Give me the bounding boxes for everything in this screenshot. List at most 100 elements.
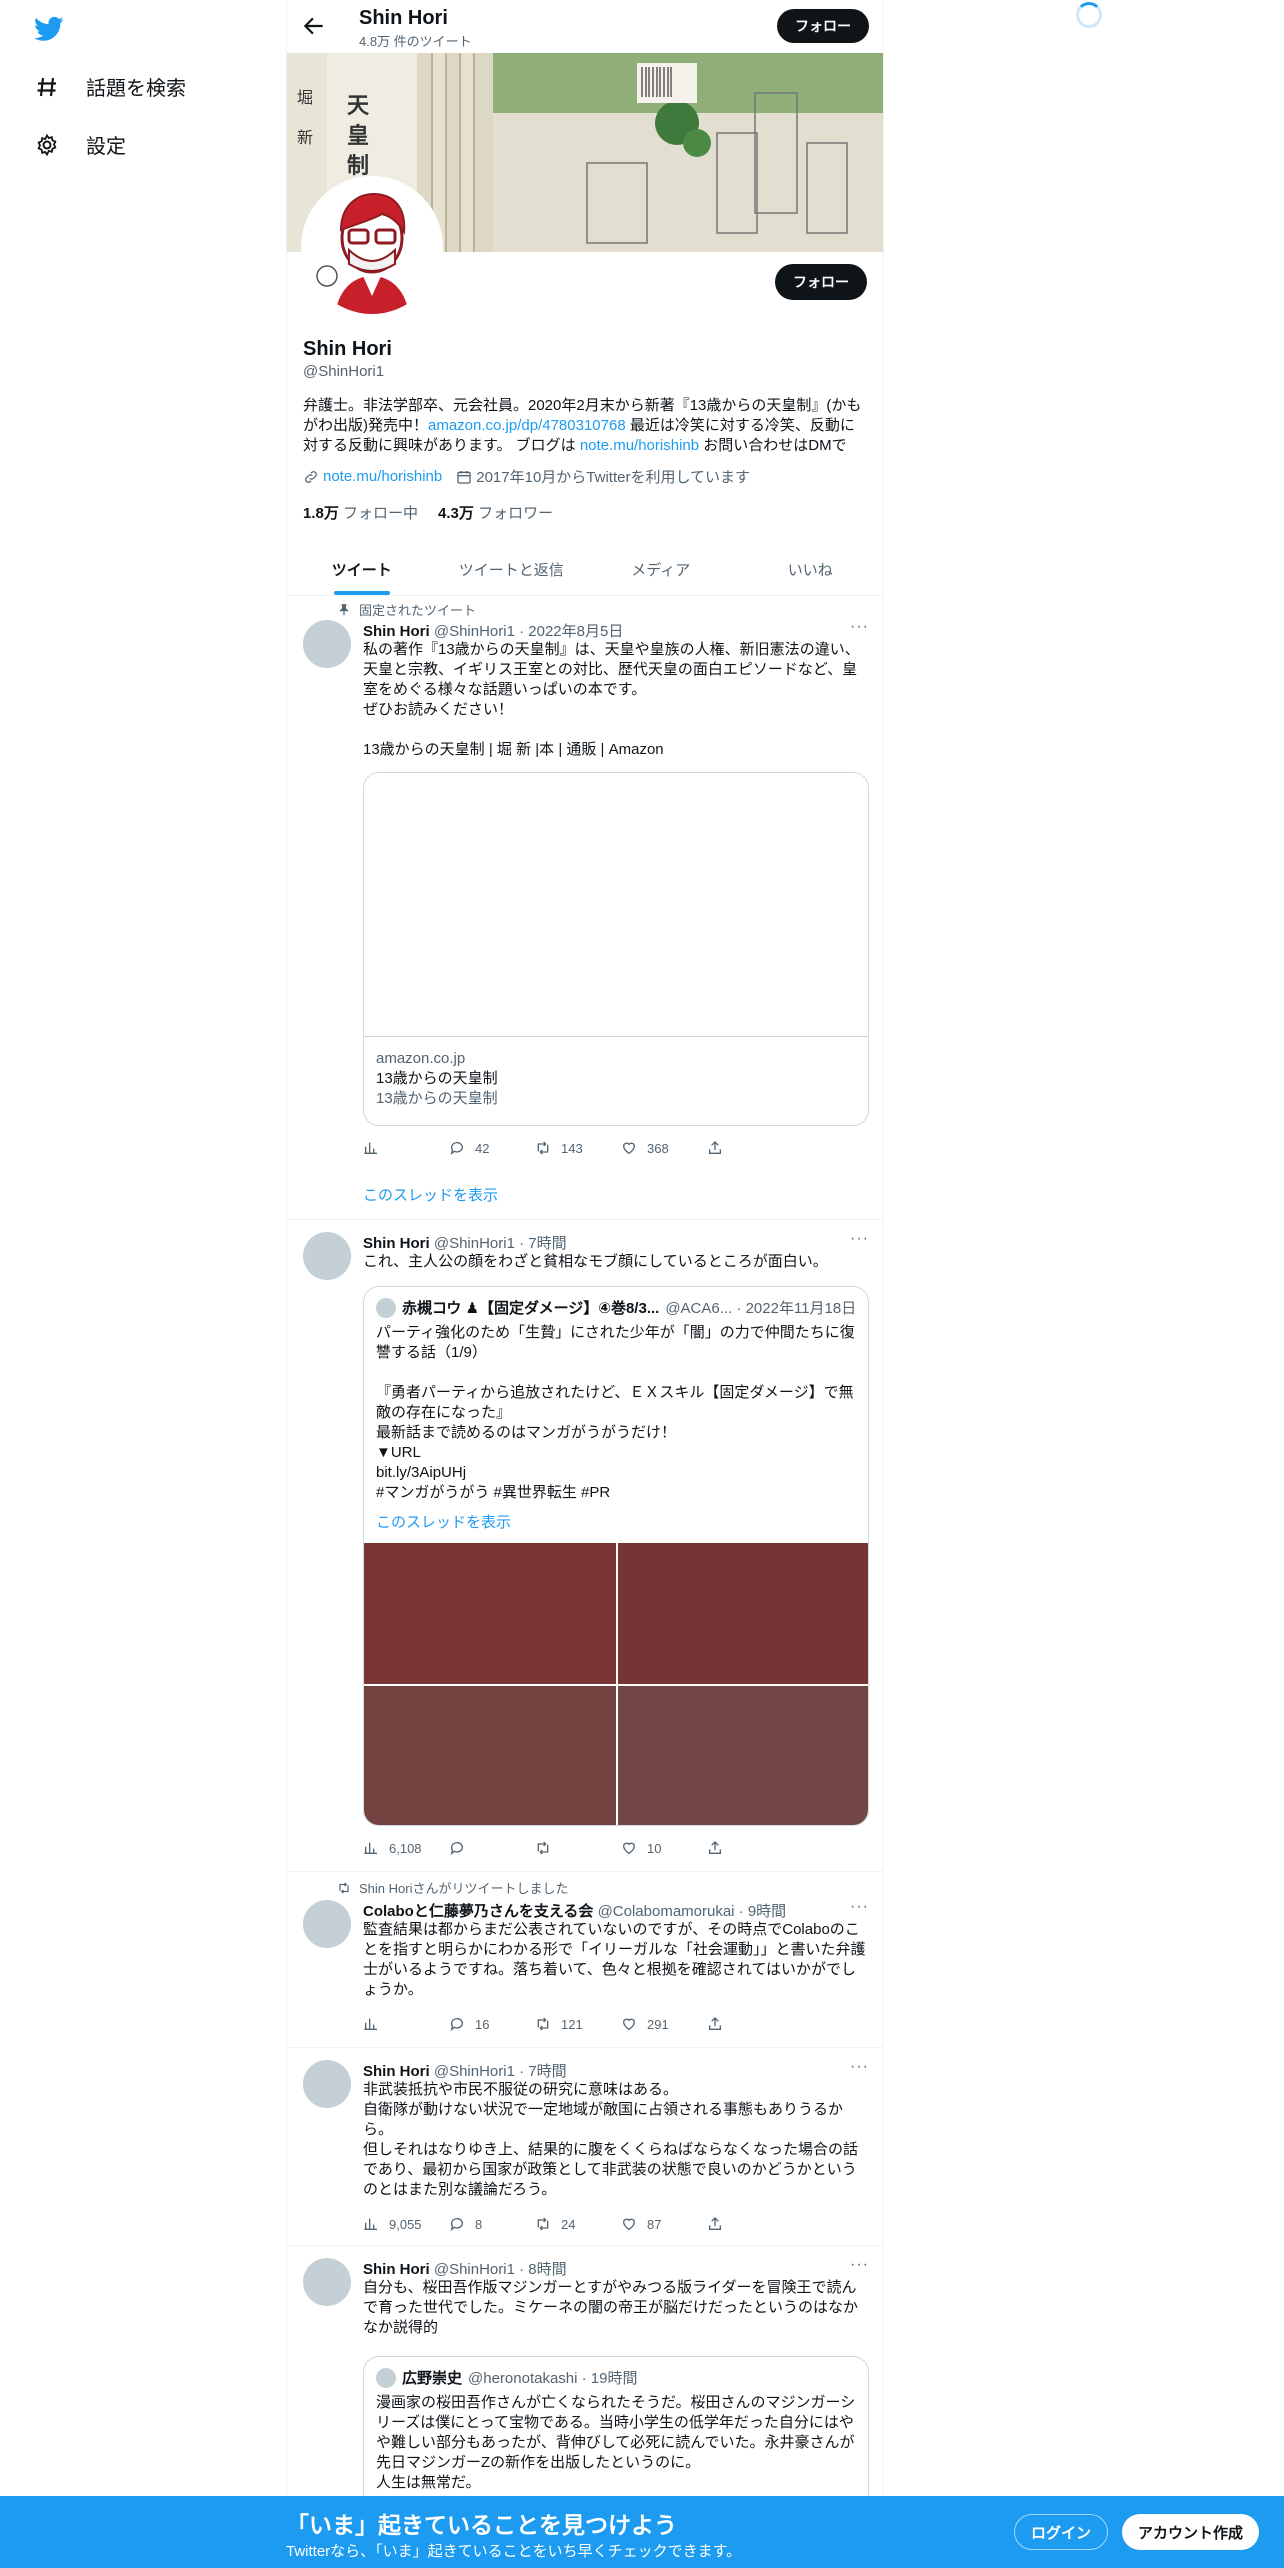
reply-icon <box>450 2218 463 2231</box>
views-button[interactable]: 9,055 <box>363 2216 449 2232</box>
views-icon <box>364 1142 377 1154</box>
profile-avatar[interactable] <box>301 176 443 318</box>
show-thread-link[interactable]: このスレッドを表示 <box>363 1184 498 1205</box>
retweet-button[interactable]: 24 <box>535 2216 621 2232</box>
card-description: 13歳からの天皇制 <box>376 1090 498 1107</box>
tweet-actions: 16 121 291 <box>363 2016 793 2032</box>
heart-icon <box>622 2018 636 2031</box>
share-button[interactable] <box>707 1140 793 1156</box>
media-image[interactable] <box>364 1686 616 1825</box>
quoted-tweet[interactable]: 赤槻コウ ♟【固定ダメージ】④巻8/3... @ACA6... · 2022年11… <box>363 1286 869 1826</box>
quoted-header: 広野崇史 @heronotakashi · 19時間 <box>376 2367 638 2388</box>
avatar[interactable] <box>303 2060 351 2108</box>
loading-spinner-icon <box>1076 2 1102 28</box>
signup-banner: 「いま」起きていることを見つけよう Twitterなら、「いま」起きていることを… <box>0 2496 1284 2568</box>
heart-icon <box>622 1842 636 1855</box>
reply-button[interactable]: 42 <box>449 1140 535 1156</box>
back-arrow-icon[interactable] <box>301 13 327 39</box>
heart-icon <box>622 1142 636 1155</box>
share-button[interactable] <box>707 1840 793 1856</box>
signup-button[interactable]: アカウント作成 <box>1122 2514 1260 2550</box>
top-bar: Shin Hori 4.8万 件のツイート フォロー <box>287 0 883 53</box>
profile-website[interactable]: note.mu/horishinb <box>303 468 442 485</box>
media-grid <box>364 1543 868 1825</box>
tweet-text-only[interactable]: Shin Hori @ShinHori1 · 7時間 ··· 非武装抵抗や市民不… <box>287 2048 883 2246</box>
following-count[interactable]: 1.8万 フォロー中 <box>303 502 418 523</box>
avatar[interactable] <box>303 2258 351 2306</box>
share-button[interactable] <box>707 2016 793 2032</box>
more-icon[interactable]: ··· <box>850 1898 869 1916</box>
quoted-text: パーティ強化のため「生贄」にされた少年が「闇」の力で仲間たちに復讐する話（1/9… <box>376 1324 855 1501</box>
header-name: Shin Hori <box>359 7 448 29</box>
profile-handle: @ShinHori1 <box>303 363 385 380</box>
views-button[interactable] <box>363 2016 449 2032</box>
like-button[interactable]: 368 <box>621 1140 707 1156</box>
more-icon[interactable]: ··· <box>850 1230 869 1248</box>
profile-meta: note.mu/horishinb 2017年10月からTwitterを利用して… <box>303 466 750 487</box>
like-button[interactable]: 291 <box>621 2016 707 2032</box>
like-button[interactable]: 10 <box>621 1840 707 1856</box>
tab-media[interactable]: メディア <box>586 543 736 595</box>
reply-button[interactable] <box>449 1840 535 1856</box>
quoted-show-thread-link[interactable]: このスレッドを表示 <box>376 1511 511 1532</box>
bio-link-note[interactable]: note.mu/horishinb <box>580 437 699 454</box>
link-card[interactable]: amazon.co.jp 13歳からの天皇制 13歳からの天皇制 <box>363 772 869 1126</box>
website-link[interactable]: note.mu/horishinb <box>323 468 442 485</box>
tweet-retweeted[interactable]: Shin Horiさんがリツイートしました Colaboと仁藤夢乃さんを支える会… <box>287 1872 883 2048</box>
tab-tweets-replies[interactable]: ツイートと返信 <box>437 543 587 595</box>
signup-banner-subtitle: Twitterなら、「いま」起きていることをいち早くチェックできます。 <box>286 2543 742 2560</box>
reply-button[interactable]: 8 <box>449 2216 535 2232</box>
joined-text: 2017年10月からTwitterを利用しています <box>476 469 751 486</box>
retweet-icon <box>339 1881 349 1894</box>
more-icon[interactable]: ··· <box>850 2256 869 2274</box>
reply-button[interactable]: 16 <box>449 2016 535 2032</box>
tweet-text: 私の著作『13歳からの天皇制』は、天皇や皇族の人権、新旧憲法の違い、天皇と宗教、… <box>363 641 860 758</box>
reply-icon <box>450 1842 463 1855</box>
media-image[interactable] <box>618 1686 868 1825</box>
reply-icon <box>450 2018 463 2031</box>
share-icon <box>709 1141 721 1154</box>
follow-button[interactable]: フォロー <box>775 264 867 300</box>
media-image[interactable] <box>364 1543 616 1684</box>
more-icon[interactable]: ··· <box>850 618 869 636</box>
follow-stats: 1.8万 フォロー中 4.3万 フォロワー <box>303 502 553 523</box>
more-icon[interactable]: ··· <box>850 2058 869 2076</box>
views-button[interactable]: 6,108 <box>363 1840 449 1856</box>
gear-icon <box>34 132 60 158</box>
avatar[interactable] <box>303 620 351 668</box>
profile-joined: 2017年10月からTwitterを利用しています <box>456 466 750 487</box>
retweet-button[interactable] <box>535 1840 621 1856</box>
tweet-pinned[interactable]: 固定されたツイート Shin Hori @ShinHori1 · 2022年8月… <box>287 596 883 1220</box>
avatar <box>376 1297 396 1318</box>
tweet-actions: 6,108 10 <box>363 1840 793 1856</box>
avatar[interactable] <box>303 1900 351 1948</box>
tab-likes[interactable]: いいね <box>736 543 884 595</box>
tweet-actions: 42 143 368 <box>363 1140 793 1156</box>
follow-button-header[interactable]: フォロー <box>777 9 869 43</box>
views-button[interactable] <box>363 1140 449 1156</box>
card-title: 13歳からの天皇制 <box>376 1070 498 1087</box>
tweet-actions: 9,055 8 24 87 <box>363 2216 793 2232</box>
nav-settings[interactable]: 設定 <box>34 130 126 159</box>
tweet-text: 非武装抵抗や市民不服従の研究に意味はある。 自衛隊が動けない状況で一定地域が敵国… <box>363 2081 859 2198</box>
tab-tweets[interactable]: ツイート <box>287 543 437 595</box>
retweet-button[interactable]: 121 <box>535 2016 621 2032</box>
heart-icon <box>622 2218 636 2231</box>
share-icon <box>709 1841 721 1854</box>
login-button[interactable]: ログイン <box>1014 2514 1109 2550</box>
share-button[interactable] <box>707 2216 793 2232</box>
twitter-logo-icon[interactable] <box>34 14 64 44</box>
avatar[interactable] <box>303 1232 351 1280</box>
media-image[interactable] <box>618 1543 868 1684</box>
tweet-header: Shin Hori @ShinHori1 · 2022年8月5日 <box>363 623 624 640</box>
followers-count[interactable]: 4.3万 フォロワー <box>438 502 553 523</box>
retweet-button[interactable]: 143 <box>535 1140 621 1156</box>
signup-banner-title: 「いま」起きていることを見つけよう <box>286 2512 677 2538</box>
share-icon <box>709 2217 721 2230</box>
tweet-quote[interactable]: Shin Hori @ShinHori1 · 7時間 ··· これ、主人公の顔を… <box>287 1220 883 1872</box>
nav-explore[interactable]: 話題を検索 <box>34 72 186 101</box>
svg-text:皇: 皇 <box>347 123 369 149</box>
like-button[interactable]: 87 <box>621 2216 707 2232</box>
card-domain: amazon.co.jp <box>376 1050 466 1067</box>
bio-link-amazon[interactable]: amazon.co.jp/dp/4780310768 <box>428 417 626 434</box>
